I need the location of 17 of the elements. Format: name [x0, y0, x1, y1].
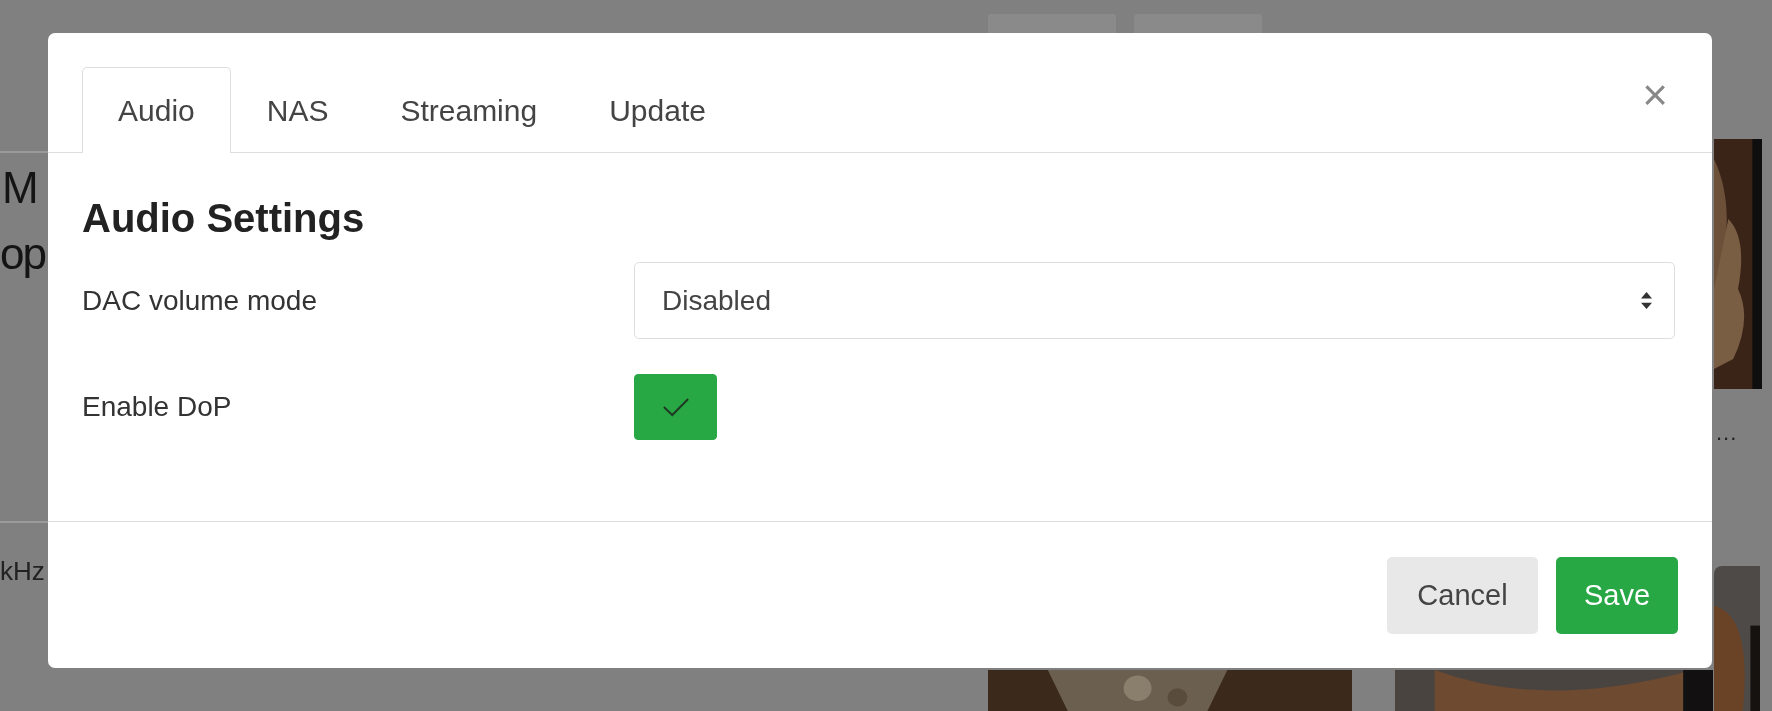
- background-text: op: [0, 232, 45, 276]
- updown-icon: [1641, 292, 1652, 309]
- tab[interactable]: NAS: [230, 67, 365, 153]
- select-field[interactable]: Disabled: [634, 262, 1675, 339]
- background-text: ...: [1716, 422, 1738, 444]
- background-text: kHz: [0, 558, 45, 584]
- cancel-button[interactable]: Cancel: [1387, 556, 1538, 634]
- tab[interactable]: Audio: [82, 67, 231, 153]
- close-button[interactable]: ×: [1638, 73, 1672, 117]
- dialog-heading: Audio Settings: [82, 195, 366, 242]
- checkbox[interactable]: [634, 374, 717, 440]
- checkmark-icon: [661, 397, 690, 417]
- tab[interactable]: Streaming: [364, 67, 574, 153]
- setting-label: DAC volume mode: [82, 284, 318, 317]
- setting-label: Enable DoP: [82, 391, 233, 423]
- tab[interactable]: Update: [573, 67, 742, 153]
- background-text: M: [2, 166, 37, 210]
